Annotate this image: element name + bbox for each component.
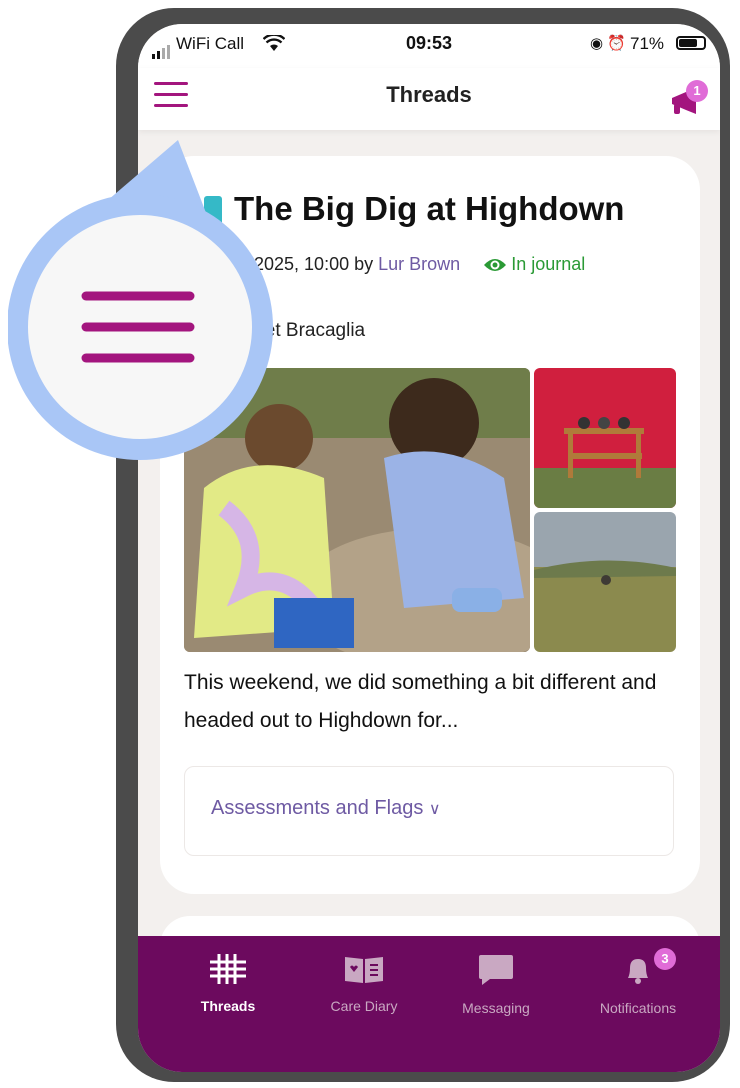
menu-zoom-callout: [8, 140, 273, 460]
assessments-toggle[interactable]: Assessments and Flags ∨: [184, 766, 674, 856]
tab-bar: Threads Care Diary Messaging 3 Notificat…: [138, 936, 720, 1072]
battery-icon: [676, 36, 706, 50]
tab-notifications[interactable]: 3 Notifications: [578, 948, 698, 1016]
tab-messaging[interactable]: Messaging: [436, 954, 556, 1016]
post-title[interactable]: The Big Dig at Highdown: [234, 190, 624, 228]
tab-label: Threads: [200, 998, 256, 1014]
nav-bar: Threads 1: [138, 68, 720, 130]
grid-icon: [210, 954, 246, 984]
book-icon: [345, 957, 383, 983]
tab-label: Care Diary: [330, 998, 398, 1014]
alarm-icon: ◉ ⏰: [590, 35, 626, 52]
bell-icon: [628, 959, 648, 984]
chevron-down-icon: ∨: [428, 801, 441, 818]
post-author[interactable]: Lur Brown: [378, 254, 460, 274]
eye-icon: [484, 259, 507, 271]
announcements-button[interactable]: 1: [668, 80, 708, 116]
status-bar: WiFi Call 09:53 ◉ ⏰ 71%: [138, 24, 720, 68]
assessments-label: Assessments and Flags ∨: [211, 797, 441, 819]
notifications-badge: 3: [654, 948, 676, 970]
post-excerpt: This weekend, we did something a bit dif…: [184, 671, 657, 732]
tent-display-image: [534, 368, 676, 508]
chat-icon: [479, 955, 513, 985]
post-meta: 2025, 10:00 by Lur Brown In journal: [254, 254, 585, 275]
tab-care-diary[interactable]: Care Diary: [304, 954, 424, 1014]
visibility-label: In journal: [511, 254, 586, 274]
tent-photo[interactable]: [534, 368, 676, 508]
field-photo[interactable]: [534, 512, 676, 652]
tab-label: Notifications: [599, 1000, 677, 1016]
tab-label: Messaging: [462, 1000, 530, 1016]
battery-percent: 71%: [630, 34, 665, 53]
field-landscape-image: [534, 512, 676, 652]
page-title: Threads: [386, 82, 472, 107]
tab-threads[interactable]: Threads: [168, 954, 288, 1014]
notification-badge: 1: [686, 80, 708, 102]
